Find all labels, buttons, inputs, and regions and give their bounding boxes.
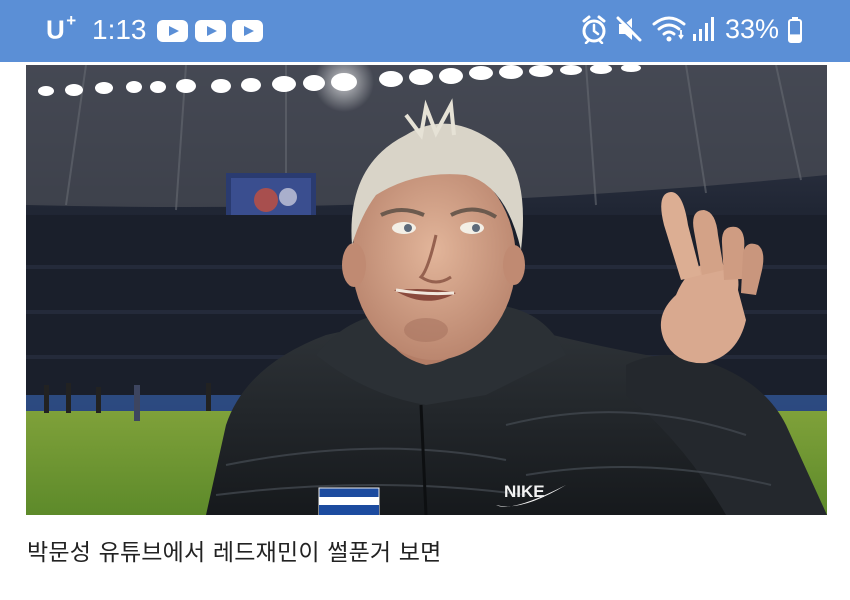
signal-icon [693, 17, 714, 41]
battery-percent: 33% [725, 14, 780, 44]
mute-icon [616, 16, 642, 42]
status-time: 1:13 [92, 14, 147, 45]
youtube-icon [195, 20, 226, 42]
youtube-icon [232, 20, 263, 42]
wifi-icon [652, 16, 686, 42]
battery-icon [788, 17, 802, 43]
carrier-label: U+ [46, 11, 77, 45]
youtube-icon [157, 20, 188, 42]
hertha-badge-logo [318, 487, 380, 515]
post-caption: 박문성 유튜브에서 레드재민이 썰푼거 보면 [27, 540, 442, 566]
alarm-icon [582, 15, 606, 44]
post-photo[interactable]: NIKE [26, 65, 827, 515]
status-bar: U+ 1:13 33% [0, 0, 850, 62]
svg-text:NIKE: NIKE [504, 482, 545, 501]
